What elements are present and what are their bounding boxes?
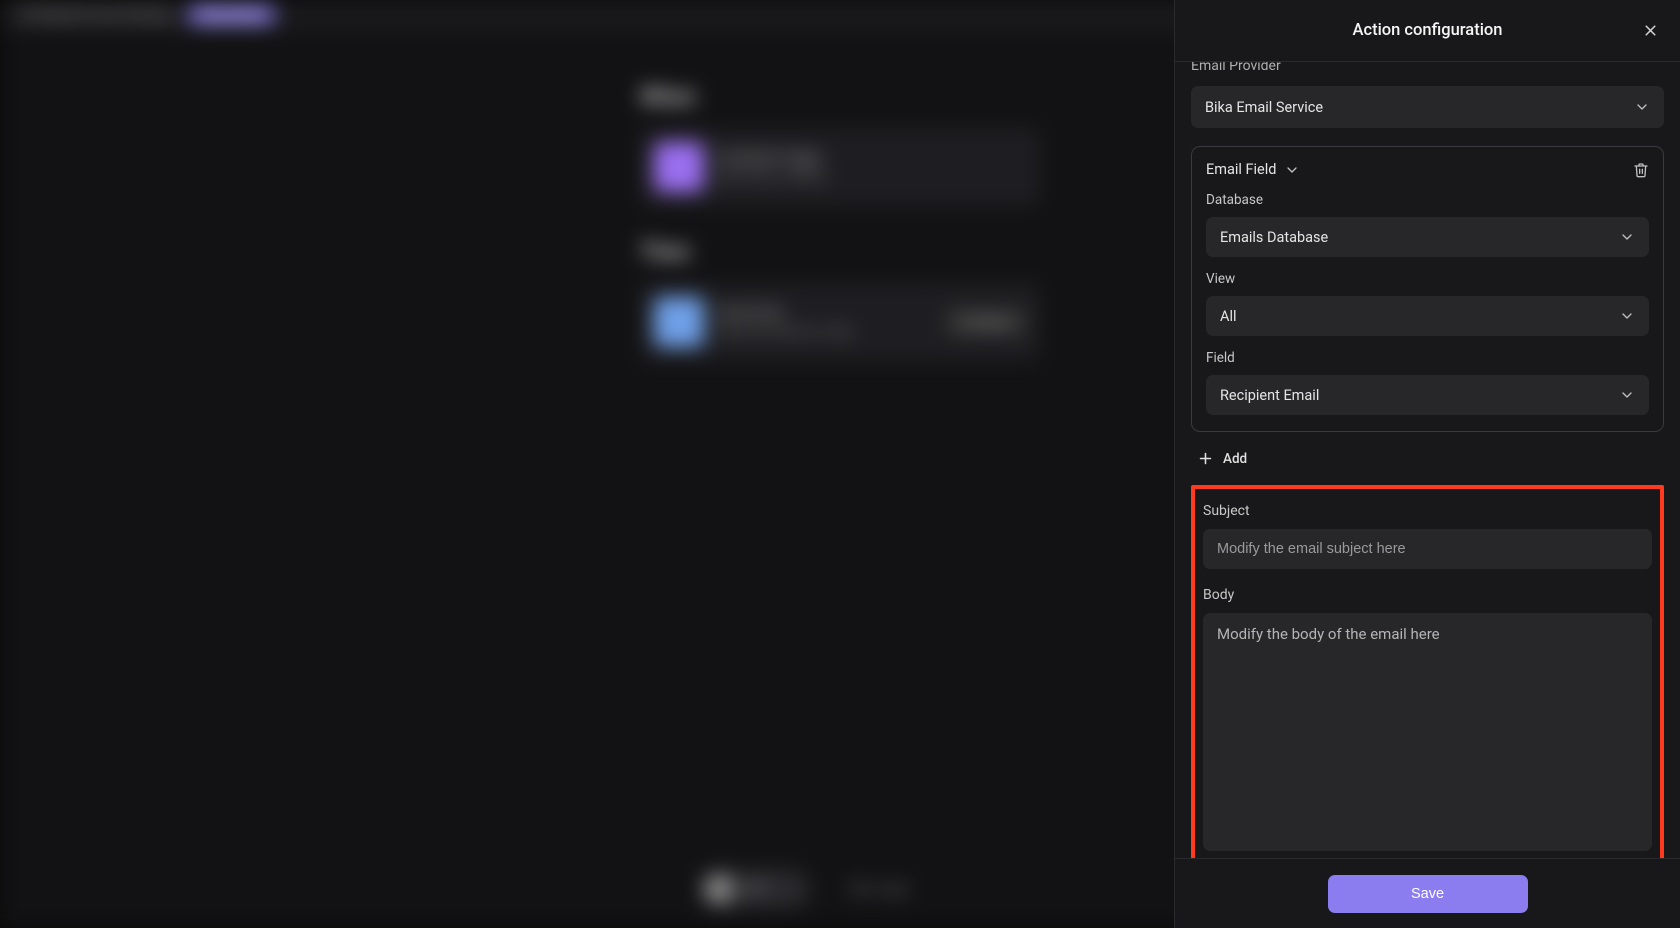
- email-provider-select[interactable]: Bika Email Service: [1191, 86, 1664, 128]
- bg-card-trigger: Scheduled Trigger Run Every 2 Weeks: [640, 128, 1040, 206]
- bg-toggle-knob: [704, 874, 734, 904]
- close-icon: [1642, 22, 1659, 39]
- delete-email-field-button[interactable]: [1633, 162, 1649, 178]
- view-field: View All: [1206, 271, 1649, 336]
- bg-trigger-icon: [654, 142, 704, 192]
- email-provider-value: Bika Email Service: [1205, 99, 1323, 116]
- bg-card-text: Scheduled Trigger Run Every 2 Weeks: [718, 150, 1026, 184]
- field-value: Recipient Email: [1220, 387, 1319, 404]
- bg-when-title: When: [640, 85, 1040, 110]
- bg-then-title: Then: [640, 240, 1040, 265]
- save-button[interactable]: Save: [1328, 875, 1528, 913]
- database-label: Database: [1206, 192, 1649, 208]
- bg-toggle: OFF: [700, 870, 810, 908]
- bg-bottom: OFF Run Logs: [700, 870, 908, 908]
- add-label: Add: [1223, 451, 1247, 467]
- bg-bottom-text: Run Logs: [850, 881, 908, 897]
- view-select[interactable]: All: [1206, 296, 1649, 336]
- email-provider-label: Email Provider: [1191, 62, 1281, 74]
- body-field-group: Body: [1203, 587, 1652, 855]
- bg-toggle-label: OFF: [744, 882, 767, 897]
- chevron-down-icon: [1284, 162, 1300, 178]
- highlight-annotation: Subject Body: [1191, 485, 1664, 858]
- bg-section-when: When Scheduled Trigger Run Every 2 Weeks: [640, 85, 1040, 206]
- bg-action-icon: [654, 297, 704, 347]
- add-email-field-button[interactable]: Add: [1191, 446, 1664, 471]
- bg-card-line2: Run Every 2 Weeks: [718, 169, 1026, 184]
- plus-icon: [1197, 450, 1214, 467]
- bg-section-then: Then Send Email Send all emails in a day…: [640, 240, 1040, 361]
- subject-field-group: Subject: [1203, 503, 1652, 569]
- body-label: Body: [1203, 587, 1652, 603]
- subject-label: Subject: [1203, 503, 1652, 519]
- panel-header: Action configuration: [1175, 0, 1680, 62]
- chevron-down-icon: [1634, 99, 1650, 115]
- email-field-toggle[interactable]: Email Field: [1206, 161, 1300, 178]
- panel-title: Action configuration: [1353, 21, 1503, 40]
- database-field: Database Emails Database: [1206, 192, 1649, 257]
- bg-title: Bi-Weekly Email Sending: [20, 7, 172, 23]
- close-button[interactable]: [1638, 19, 1662, 43]
- bg-card2-line1: Send Email: [718, 305, 932, 320]
- bg-badge: Automation: [188, 6, 274, 24]
- subject-input[interactable]: [1203, 529, 1652, 569]
- view-label: View: [1206, 271, 1649, 287]
- bg-card-line1: Scheduled Trigger: [718, 150, 1026, 165]
- field-field: Field Recipient Email: [1206, 350, 1649, 415]
- email-field-header: Email Field: [1206, 161, 1649, 178]
- database-select[interactable]: Emails Database: [1206, 217, 1649, 257]
- field-select[interactable]: Recipient Email: [1206, 375, 1649, 415]
- view-value: All: [1220, 308, 1237, 325]
- bg-card-action: Send Email Send all emails in a day Conf…: [640, 283, 1040, 361]
- panel-footer: Save: [1175, 858, 1680, 928]
- body-textarea[interactable]: [1203, 613, 1652, 851]
- chevron-down-icon: [1619, 229, 1635, 245]
- chevron-down-icon: [1619, 308, 1635, 324]
- chevron-down-icon: [1619, 387, 1635, 403]
- email-field-group: Email Field Database Emails Database Vie…: [1191, 146, 1664, 432]
- trash-icon: [1633, 162, 1649, 178]
- database-value: Emails Database: [1220, 229, 1328, 246]
- action-config-panel: Action configuration Email Provider Bika…: [1174, 0, 1680, 928]
- panel-body: Email Provider Bika Email Service Email …: [1175, 62, 1680, 858]
- bg-card2-line2: Send all emails in a day: [718, 324, 932, 339]
- bg-card-pill: Configure: [946, 309, 1026, 335]
- email-field-title-text: Email Field: [1206, 161, 1276, 178]
- field-label: Field: [1206, 350, 1649, 366]
- bg-card-text: Send Email Send all emails in a day: [718, 305, 932, 339]
